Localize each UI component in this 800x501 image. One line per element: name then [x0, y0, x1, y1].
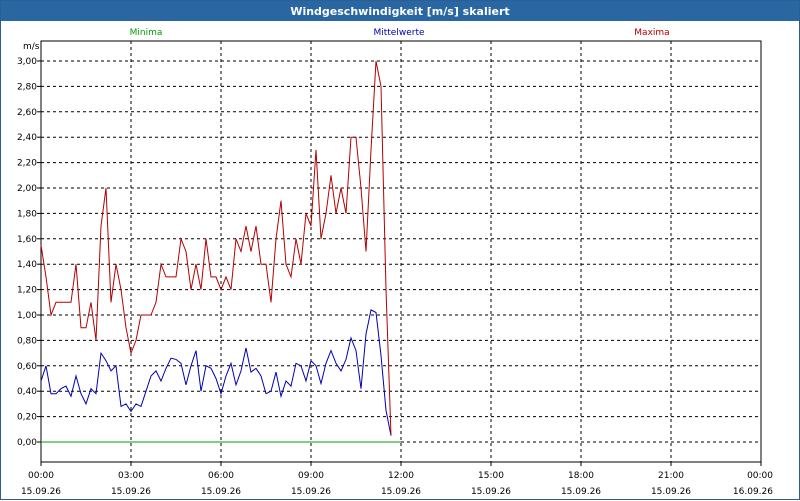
x-tick-time: 03:00 — [118, 471, 144, 481]
y-axis: 0,00 0,20 0,40 0,60 0,80 1,00 1,20 1,40 1,60 1,80… — [17, 42, 41, 448]
y-tick-label: 0,00 — [17, 438, 37, 448]
x-tick-date: 16.09.26 — [733, 487, 773, 497]
x-tick-time: 12:00 — [388, 471, 414, 481]
x-tick-date: 15.09.26 — [381, 487, 421, 497]
x-axis: 00:00 15.09.26 03:00 15.09.26 06:00 15.09.26 0… — [21, 462, 773, 497]
y-tick-label: 0,60 — [17, 362, 37, 372]
y-tick-label: 0,40 — [17, 387, 37, 397]
x-tick-date: 15.09.26 — [111, 487, 151, 497]
x-tick-time: 00:00 — [747, 471, 773, 481]
x-tick-date: 15.09.26 — [201, 487, 241, 497]
y-tick-label: 3,00 — [17, 57, 37, 67]
y-axis-label: m/s — [23, 42, 40, 52]
y-tick-label: 2,00 — [17, 184, 37, 194]
legend-item-mittelwerte: Mittelwerte — [373, 28, 424, 38]
y-tick-label: 1,80 — [17, 209, 37, 219]
y-tick-label: 1,00 — [17, 311, 37, 321]
legend-item-maxima: Maxima — [634, 28, 669, 38]
y-tick-label: 2,60 — [17, 108, 37, 118]
x-tick-time: 18:00 — [568, 471, 594, 481]
chart-window: Windgeschwindigkeit [m/s] skaliert 0,00 0… — [0, 0, 800, 500]
y-tick-label: 0,20 — [17, 413, 37, 423]
x-tick-date: 15.09.26 — [21, 487, 61, 497]
x-tick-date: 15.09.26 — [291, 487, 331, 497]
x-tick-time: 00:00 — [28, 471, 54, 481]
legend: Minima Mittelwerte Maxima — [130, 28, 670, 38]
y-tick-label: 0,80 — [17, 336, 37, 346]
x-tick-time: 09:00 — [298, 471, 324, 481]
grid — [41, 41, 761, 462]
y-tick-label: 1,60 — [17, 235, 37, 245]
y-tick-label: 2,20 — [17, 159, 37, 169]
x-tick-date: 15.09.26 — [471, 487, 511, 497]
legend-item-minima: Minima — [130, 28, 163, 38]
y-tick-label: 2,40 — [17, 133, 37, 143]
y-tick-label: 1,40 — [17, 260, 37, 270]
x-tick-time: 06:00 — [208, 471, 234, 481]
wind-speed-chart: 0,00 0,20 0,40 0,60 0,80 1,00 1,20 1,40 1,60 1,80… — [17, 28, 773, 497]
y-tick-label: 2,80 — [17, 82, 37, 92]
x-tick-date: 15.09.26 — [651, 487, 691, 497]
x-tick-time: 21:00 — [658, 471, 684, 481]
x-tick-time: 15:00 — [478, 471, 504, 481]
x-tick-date: 15.09.26 — [561, 487, 601, 497]
y-tick-label: 1,20 — [17, 286, 37, 296]
